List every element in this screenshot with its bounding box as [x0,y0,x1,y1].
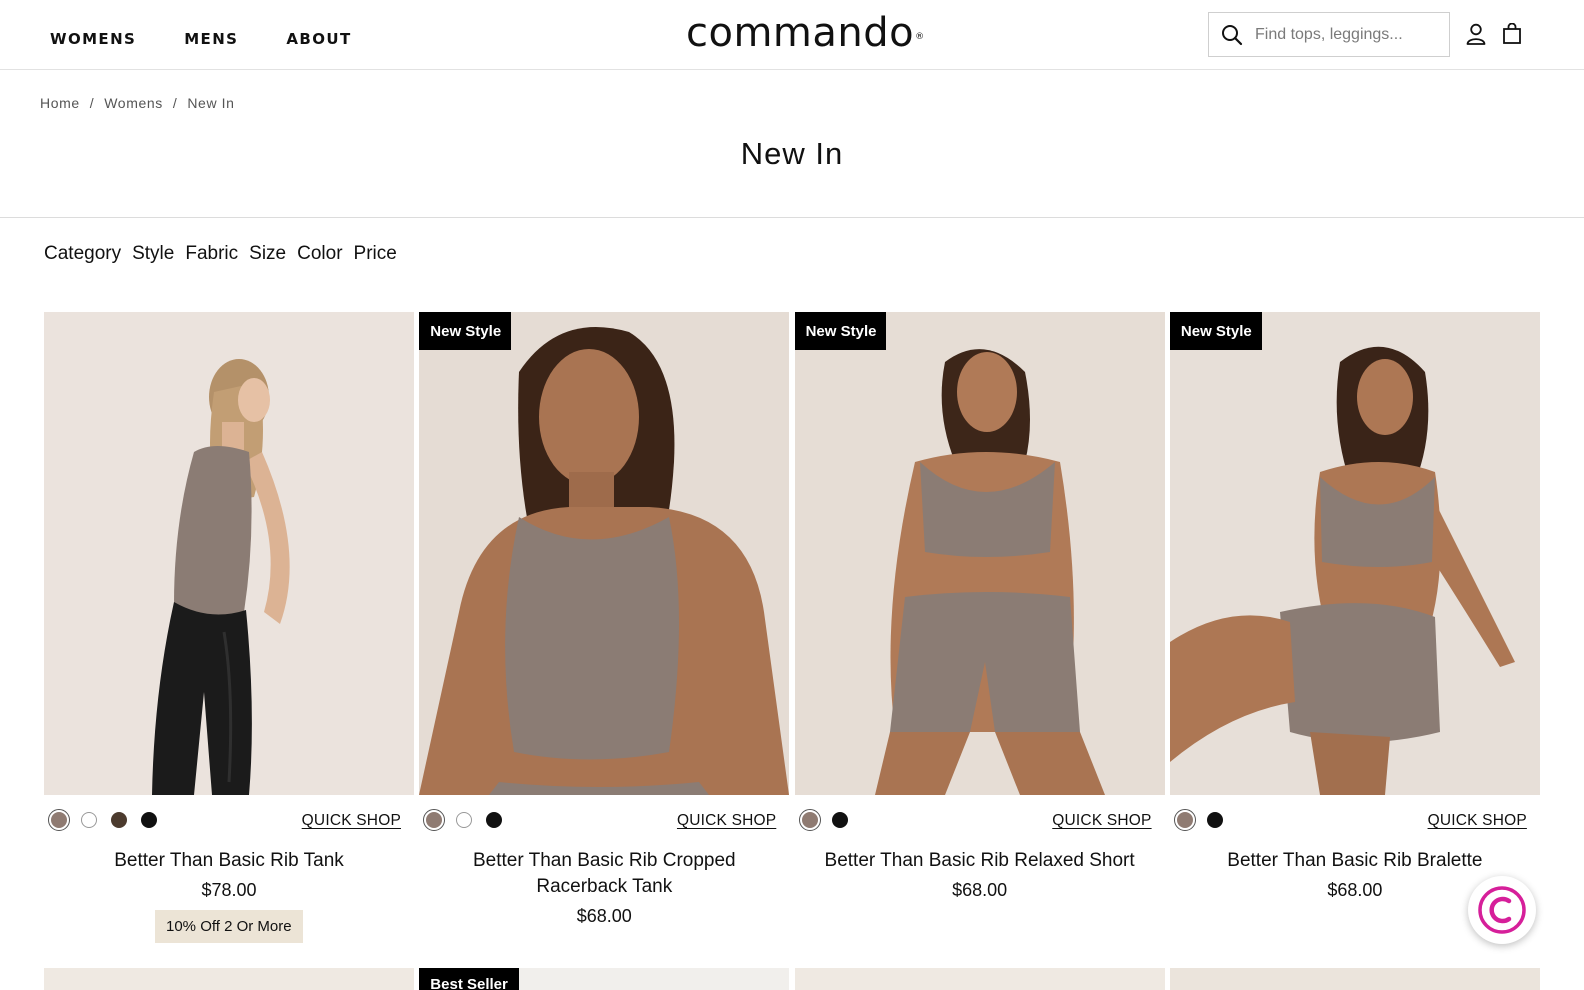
swatch-white[interactable] [78,809,100,831]
nav-about[interactable]: ABOUT [286,30,351,48]
brand-c-icon [1478,886,1526,934]
color-swatches [48,809,160,831]
swatch-taupe[interactable] [48,809,70,831]
swatch-color [456,812,473,828]
product-card: New Style QUICK SHOP Better Than Basic R… [419,312,790,952]
search-box[interactable] [1208,12,1450,57]
filter-category[interactable]: Category [44,243,121,265]
swatch-color [111,812,127,828]
registered-mark: ® [915,32,925,42]
best-seller-badge: Best Seller [419,968,519,990]
nav-womens[interactable]: WOMENS [50,30,136,48]
product-price: $68.00 [576,906,632,926]
breadcrumb-current: New In [187,95,235,111]
product-price: $78.00 [201,880,257,900]
product-name[interactable]: Better Than Basic Rib Relaxed Short [795,848,1165,874]
logo-text: commando [686,10,915,56]
product-price: $68.00 [952,880,1008,900]
product-image[interactable]: New Style [419,312,790,795]
product-image[interactable] [1169,968,1540,990]
promo-badge: 10% Off 2 Or More [155,910,303,943]
product-image[interactable]: Best Seller [419,968,790,990]
product-name[interactable]: Better Than Basic Rib Tank [44,848,414,874]
quick-shop-link[interactable]: QUICK SHOP [1428,812,1527,830]
breadcrumb: Home / Womens / New In [40,95,235,111]
quick-shop-link[interactable]: QUICK SHOP [677,812,776,830]
swatch-color [426,812,443,828]
swatch-black[interactable] [483,809,505,831]
swatch-white[interactable] [453,809,475,831]
swatch-color [486,812,503,828]
swatch-color [801,812,818,828]
cart-bag-icon[interactable] [1500,22,1524,46]
swatch-black[interactable] [138,809,160,831]
product-image[interactable] [44,312,414,795]
new-style-badge: New Style [419,312,512,350]
filter-fabric[interactable]: Fabric [185,243,238,265]
product-image[interactable] [44,968,414,990]
product-grid: QUICK SHOP Better Than Basic Rib Tank $7… [44,312,1540,952]
swatch-black[interactable] [829,809,851,831]
swatch-taupe[interactable] [1173,809,1196,831]
new-style-badge: New Style [794,312,887,350]
color-swatches [1173,809,1226,831]
product-image[interactable] [794,968,1165,990]
quick-shop-link[interactable]: QUICK SHOP [302,812,401,830]
swatch-color [831,812,848,828]
commando-logo[interactable]: commando® [686,10,925,56]
main-nav: WOMENS MENS ABOUT [50,30,352,48]
swatch-taupe[interactable] [423,809,446,831]
product-image[interactable]: New Style [794,312,1165,795]
color-swatches [798,809,851,831]
swatch-black[interactable] [1204,809,1226,831]
filter-style[interactable]: Style [132,243,174,265]
breadcrumb-womens[interactable]: Womens [104,95,163,111]
swatch-taupe[interactable] [798,809,821,831]
section-divider [0,217,1584,218]
product-card: New Style QUICK SHOP Better Than Basic R… [1169,312,1540,952]
search-input[interactable] [1255,25,1445,44]
breadcrumb-separator: / [89,95,95,111]
product-card: QUICK SHOP Better Than Basic Rib Tank $7… [44,312,414,952]
nav-mens[interactable]: MENS [184,30,238,48]
breadcrumb-separator: / [172,95,178,111]
swatch-color [51,812,67,828]
filter-color[interactable]: Color [297,243,342,265]
page-title: New In [740,136,844,171]
new-style-badge: New Style [1169,312,1262,350]
swatch-color [1176,812,1193,828]
filter-size[interactable]: Size [249,243,286,265]
account-icon[interactable] [1464,22,1488,46]
swatch-color [1206,812,1223,828]
product-grid-next-row: Best Seller [44,968,1540,990]
filter-price[interactable]: Price [354,243,397,265]
site-header: WOMENS MENS ABOUT commando® [0,0,1584,70]
product-card: New Style QUICK SHOP Better Than Basic R… [794,312,1165,952]
quick-shop-link[interactable]: QUICK SHOP [1052,812,1151,830]
swatch-brown[interactable] [108,809,130,831]
filter-bar: Category Style Fabric Size Color Price [44,243,397,265]
product-name[interactable]: Better Than Basic Rib Cropped Racerback … [419,848,789,900]
color-swatches [423,809,505,831]
search-icon[interactable] [1221,24,1243,46]
product-name[interactable]: Better Than Basic Rib Bralette [1170,848,1540,874]
chat-widget-button[interactable] [1468,876,1536,944]
product-image[interactable]: New Style [1169,312,1540,795]
breadcrumb-home[interactable]: Home [40,95,80,111]
swatch-color [141,812,157,828]
swatch-color [81,812,97,828]
